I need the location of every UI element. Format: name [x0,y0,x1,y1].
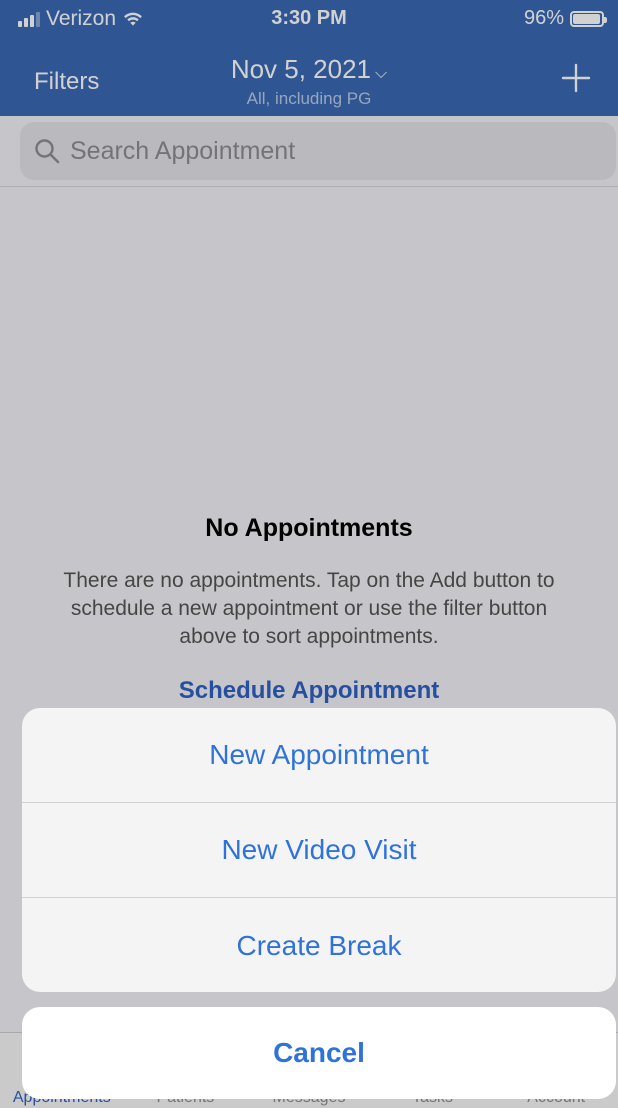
new-appointment-button[interactable]: New Appointment [22,708,616,803]
create-break-button[interactable]: Create Break [22,898,616,992]
app-screen: Verizon 3:30 PM 96% Filters Nov 5, 2021 [0,0,618,1108]
new-video-visit-button[interactable]: New Video Visit [22,803,616,898]
cancel-button[interactable]: Cancel [22,1007,616,1099]
action-sheet: New Appointment New Video Visit Create B… [22,708,616,992]
